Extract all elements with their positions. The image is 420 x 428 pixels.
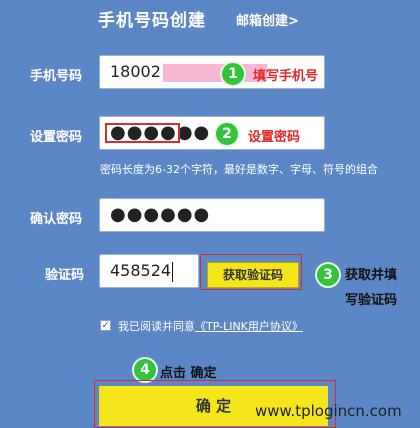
captcha-annotation-line1: 获取并填 [345, 268, 398, 283]
captcha-value: 458524 [110, 261, 172, 280]
captcha-annotation-line2: 写验证码 [345, 293, 398, 308]
confirm-password-dots: ●●●●●● [110, 204, 211, 225]
step-1-badge: 1 [220, 61, 246, 87]
agreement-link[interactable]: 《TP-LINK用户协议》 [195, 320, 303, 333]
password-highlight [105, 123, 180, 143]
submit-annotation: 点击 确定 [160, 366, 217, 381]
watermark: www.tplogincn.com [255, 402, 402, 420]
password-hint: 密码长度为6-32个字符，最好是数字、字母、符号的组合 [100, 163, 378, 176]
confirm-password-label: 确认密码 [30, 212, 83, 227]
get-captcha-button[interactable]: 获取验证码 [207, 262, 299, 288]
step-2-badge: 2 [214, 121, 240, 147]
phone-value: 18002 [110, 62, 161, 81]
phone-annotation: 填写手机号 [253, 69, 319, 84]
password-annotation: 设置密码 [248, 130, 301, 145]
phone-label: 手机号码 [30, 69, 83, 84]
email-create-link[interactable]: 邮箱创建> [236, 10, 299, 29]
agreement-prefix: 我已阅读并同意 [118, 320, 195, 333]
step-3-badge: 3 [315, 262, 341, 288]
password-label: 设置密码 [30, 130, 83, 145]
text-caret [172, 261, 174, 282]
captcha-label: 验证码 [45, 268, 85, 283]
phone-redaction [162, 63, 267, 82]
page-title: 手机号码创建 [98, 11, 206, 31]
confirm-password-input[interactable]: ●●●●●● [99, 198, 325, 232]
agree-checkbox[interactable]: ✓ [100, 320, 111, 331]
agreement-text: 我已阅读并同意《TP-LINK用户协议》 [118, 318, 303, 334]
captcha-input[interactable]: 458524 [99, 254, 199, 288]
